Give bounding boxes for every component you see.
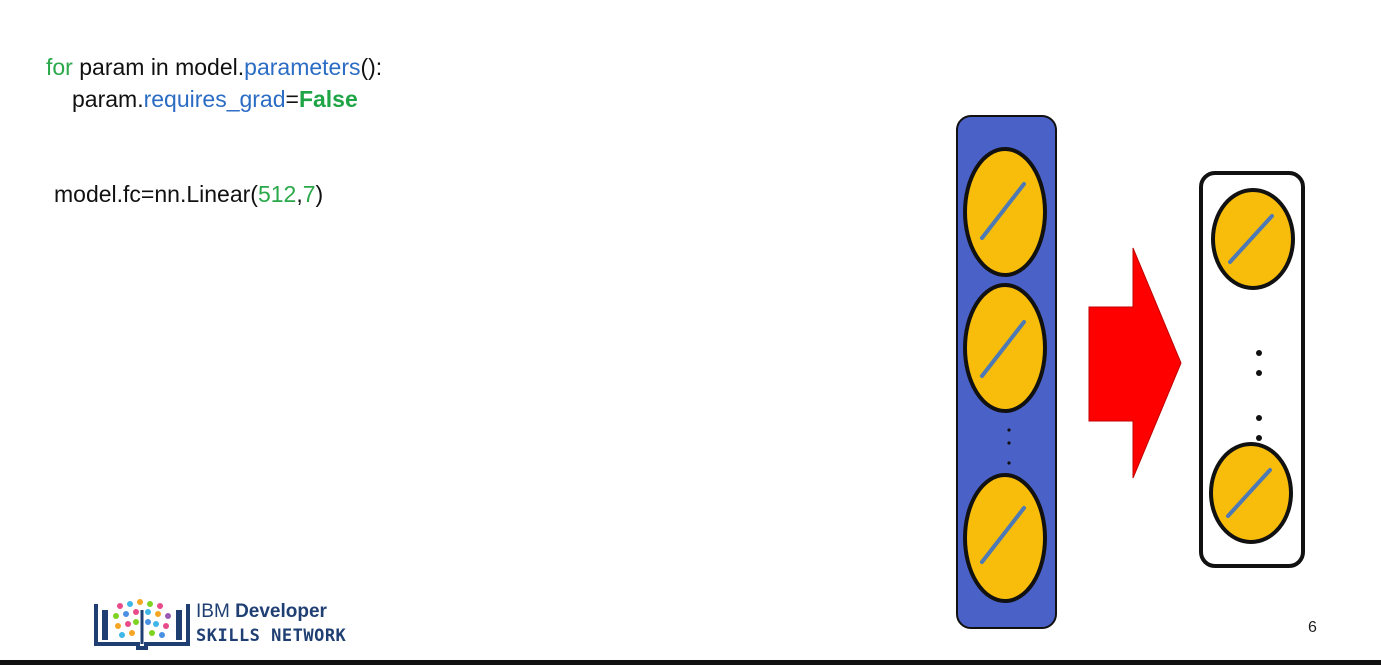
ibm-skills-network-logo: IBM Developer SKILLS NETWORK <box>92 598 352 650</box>
logo-subtitle: SKILLS NETWORK <box>196 626 347 646</box>
neuron <box>1209 442 1293 544</box>
logo-title-regular: IBM <box>196 601 236 622</box>
neuron <box>1211 188 1295 290</box>
network-diagram <box>956 115 1305 629</box>
slide: for param in model.parameters(): param.r… <box>0 0 1381 665</box>
neuron <box>963 473 1047 603</box>
logo-title-bold: Developer <box>235 601 327 622</box>
neuron <box>963 147 1047 277</box>
bottom-border <box>0 660 1381 665</box>
logo-title: IBM Developer <box>196 601 327 623</box>
book-icon <box>94 599 190 650</box>
neuron <box>963 283 1047 413</box>
page-number: 6 <box>1308 619 1317 636</box>
transform-arrow <box>1088 247 1182 479</box>
